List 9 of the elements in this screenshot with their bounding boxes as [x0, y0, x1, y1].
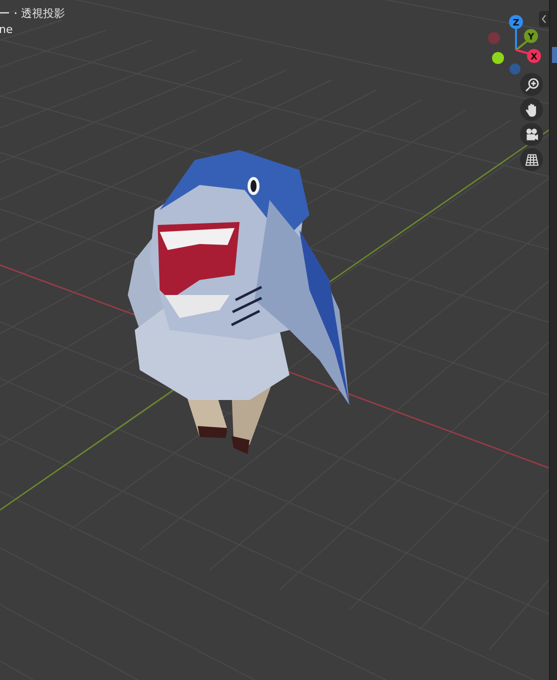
3d-viewport[interactable]: ー・透視投影 ne Z Y X	[0, 0, 549, 680]
perspective-grid-icon[interactable]	[520, 148, 543, 171]
view-mode-label: ー・透視投影	[0, 7, 65, 20]
camera-icon[interactable]	[520, 123, 543, 146]
hand-pan-icon[interactable]	[520, 98, 543, 121]
axis-navigation-gizmo[interactable]: Z Y X	[476, 10, 546, 80]
collection-label: ne	[0, 23, 14, 36]
sidebar-collapse-icon[interactable]	[539, 11, 549, 27]
zoom-icon[interactable]	[520, 73, 543, 96]
